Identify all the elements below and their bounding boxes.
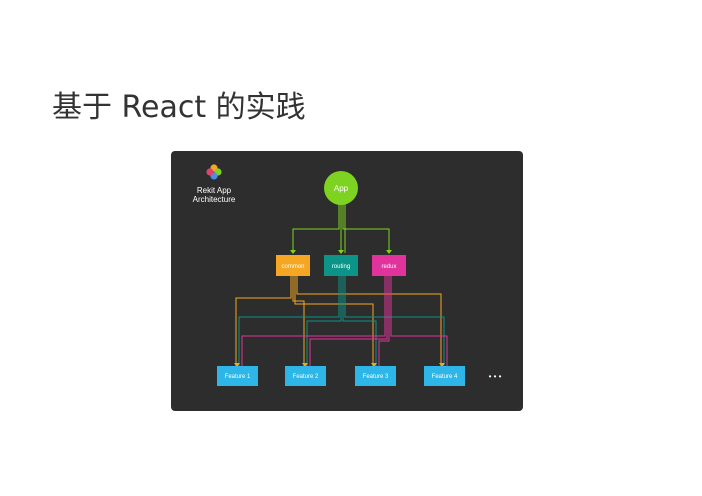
rekit-logo: Rekit App Architecture bbox=[193, 164, 236, 204]
app-node-label: App bbox=[334, 184, 349, 193]
logo-line-1: Rekit App bbox=[197, 186, 232, 195]
feature-node-4: Feature 4 bbox=[424, 366, 465, 386]
feature-node-3: Feature 3 bbox=[355, 366, 396, 386]
logo-line-2: Architecture bbox=[193, 195, 236, 204]
more-ellipsis: • • • bbox=[489, 372, 502, 381]
module-node-common: common bbox=[276, 255, 310, 276]
feature-node-2: Feature 2 bbox=[285, 366, 326, 386]
connectors bbox=[234, 204, 448, 367]
app-node: App bbox=[324, 171, 358, 205]
diagram-canvas: Rekit App Architecture App common routin… bbox=[193, 164, 502, 386]
routing-connectors bbox=[238, 276, 445, 366]
module-node-redux: redux bbox=[372, 255, 406, 276]
feature-node-label: Feature 2 bbox=[293, 374, 319, 380]
feature-node-label: Feature 3 bbox=[363, 374, 389, 380]
module-node-label: routing bbox=[332, 264, 350, 270]
module-node-label: redux bbox=[381, 264, 396, 270]
feature-node-1: Feature 1 bbox=[217, 366, 258, 386]
architecture-diagram: Rekit App Architecture App common routin… bbox=[171, 151, 523, 411]
feature-node-label: Feature 4 bbox=[432, 374, 458, 380]
slide: 基于 React 的实践 Rekit App Architecture App … bbox=[0, 0, 702, 496]
module-node-routing: routing bbox=[324, 255, 358, 276]
flower-icon bbox=[206, 164, 222, 180]
module-node-label: common bbox=[281, 264, 304, 270]
feature-node-label: Feature 1 bbox=[225, 374, 251, 380]
app-connectors bbox=[292, 204, 390, 253]
slide-title: 基于 React 的实践 bbox=[52, 90, 306, 125]
